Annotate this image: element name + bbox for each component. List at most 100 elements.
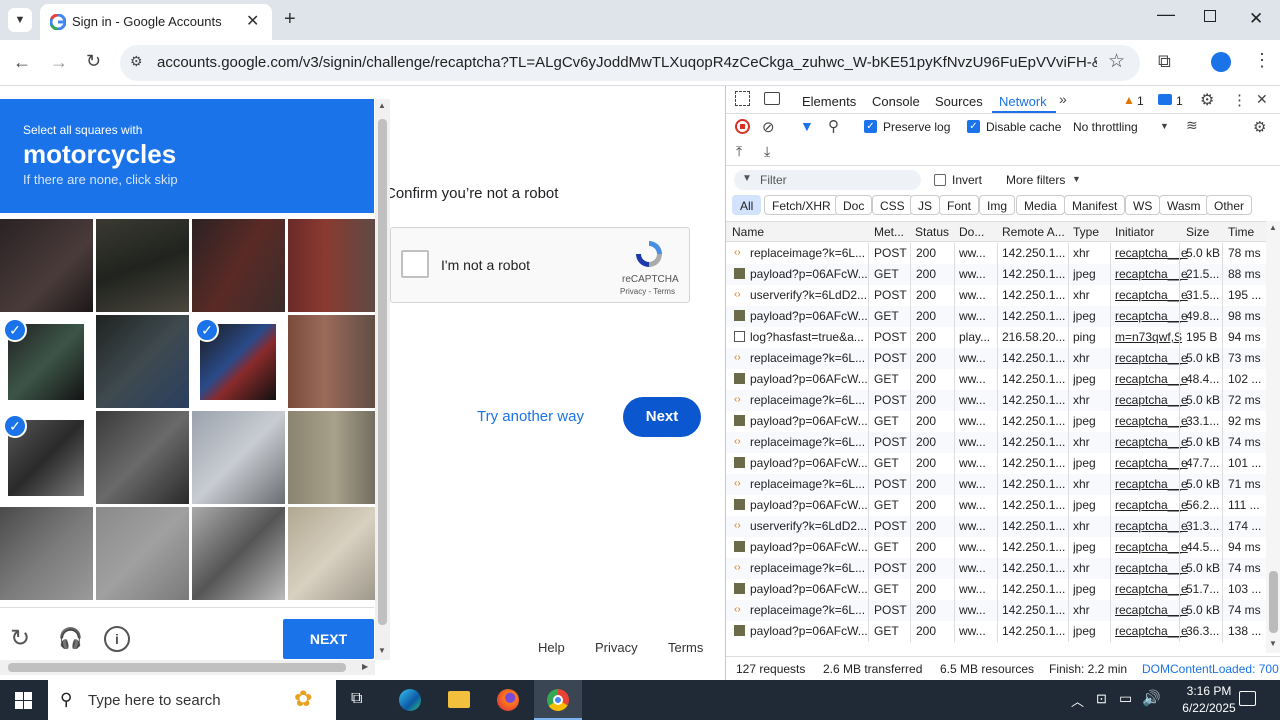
captcha-vertical-scrollbar[interactable]: ▲ ▼ [375, 99, 390, 660]
captcha-tile-5[interactable]: ✓ [0, 315, 93, 408]
notifications-icon[interactable] [1239, 691, 1256, 706]
captcha-tile-16[interactable] [288, 507, 381, 600]
disable-cache-checkbox[interactable]: ✓ [967, 120, 980, 133]
invert-checkbox[interactable] [934, 174, 946, 186]
help-info-icon[interactable]: i [104, 626, 130, 652]
captcha-tile-2[interactable] [96, 219, 189, 312]
url-text[interactable]: accounts.google.com/v3/signin/challenge/… [157, 54, 1097, 71]
filter-chip-js[interactable]: JS [910, 195, 941, 215]
captcha-tile-11[interactable] [192, 411, 285, 504]
table-row[interactable]: payload?p=06AFcW... GET 200 ww... 142.250.1.… [726, 369, 1266, 390]
tab-sign-in[interactable]: Sign in - Google Accounts ✕ [40, 4, 272, 40]
col-name[interactable]: Name [732, 225, 764, 239]
captcha-tile-10[interactable] [96, 411, 189, 504]
table-row[interactable]: payload?p=06AFcW... GET 200 ww... 142.250.1.… [726, 537, 1266, 558]
request-initiator[interactable]: recaptcha__e [1115, 246, 1188, 260]
address-bar[interactable]: ⚙ accounts.google.com/v3/signin/challeng… [120, 45, 1140, 81]
table-row[interactable]: payload?p=06AFcW... GET 200 ww... 142.250.1.… [726, 453, 1266, 474]
table-row[interactable]: ‹› replaceimage?k=6L... POST 200 ww... 142.25… [726, 243, 1266, 264]
message-icon[interactable] [1158, 94, 1172, 105]
forward-icon[interactable]: → [50, 53, 68, 71]
request-initiator[interactable]: recaptcha__e [1115, 603, 1188, 617]
windows-start-icon[interactable] [15, 692, 32, 709]
col-size[interactable]: Size [1186, 225, 1209, 239]
new-tab-button[interactable]: + [284, 8, 296, 31]
table-row[interactable]: log?hasfast=true&a... POST 200 play... 216.5… [726, 327, 1266, 348]
edge-icon[interactable] [399, 689, 421, 711]
preserve-log-checkbox[interactable]: ✓ [864, 120, 877, 133]
export-har-icon[interactable]: ⤓ [764, 143, 770, 160]
tab-search-button[interactable]: ▼ [8, 8, 32, 32]
filter-input[interactable]: ▼ Filter [734, 170, 921, 190]
request-initiator[interactable]: recaptcha__e [1115, 372, 1188, 386]
table-row[interactable]: ‹› replaceimage?k=6L... POST 200 ww... 142.25… [726, 600, 1266, 621]
throttling-select[interactable]: No throttling [1073, 120, 1138, 134]
col-type[interactable]: Type [1073, 225, 1099, 239]
captcha-tile-12[interactable] [288, 411, 381, 504]
recaptcha-privacy-terms[interactable]: Privacy - Terms [620, 287, 675, 296]
request-initiator[interactable]: recaptcha__e [1115, 456, 1188, 470]
network-settings-icon[interactable]: ⚙ [1253, 118, 1266, 136]
tab-elements[interactable]: Elements [802, 94, 856, 109]
captcha-tile-15[interactable] [192, 507, 285, 600]
request-initiator[interactable]: recaptcha__e [1115, 267, 1188, 281]
col-domain[interactable]: Do... [959, 225, 984, 239]
clock-date[interactable]: 6/22/2025 [1172, 701, 1246, 715]
recaptcha-checkbox[interactable] [401, 250, 429, 278]
throttling-dropdown-icon[interactable]: ▼ [1160, 121, 1169, 131]
col-initiator[interactable]: Initiator [1115, 225, 1154, 239]
col-remote[interactable]: Remote A... [1002, 225, 1065, 239]
task-view-icon[interactable]: ⧉ [351, 690, 362, 708]
network-conditions-icon[interactable]: ≋ [1186, 117, 1198, 134]
col-method[interactable]: Met... [874, 225, 904, 239]
captcha-tile-14[interactable] [96, 507, 189, 600]
tab-console[interactable]: Console [872, 94, 920, 109]
import-har-icon[interactable]: ⤒ [736, 143, 742, 160]
table-row[interactable]: payload?p=06AFcW... GET 200 ww... 142.250.1.… [726, 264, 1266, 285]
filter-funnel-icon[interactable]: ▼ [800, 118, 814, 134]
reload-icon[interactable]: ↻ [86, 52, 101, 70]
captcha-tile-13[interactable] [0, 507, 93, 600]
table-row[interactable]: ‹› replaceimage?k=6L... POST 200 ww... 142.25… [726, 432, 1266, 453]
col-time[interactable]: Time [1228, 225, 1254, 239]
table-row[interactable]: payload?p=06AFcW... GET 200 ww... 142.250.1.… [726, 306, 1266, 327]
captcha-next-button[interactable]: NEXT [283, 619, 374, 659]
firefox-icon[interactable] [497, 689, 519, 711]
filter-chip-manifest[interactable]: Manifest [1064, 195, 1126, 215]
table-row[interactable]: ‹› replaceimage?k=6L... POST 200 ww... 142.25… [726, 474, 1266, 495]
request-initiator[interactable]: recaptcha__e [1115, 309, 1188, 323]
warning-icon[interactable]: ▲ [1123, 93, 1135, 107]
device-toolbar-icon[interactable] [764, 92, 780, 105]
minimize-button[interactable]: — [1157, 4, 1175, 25]
filter-chip-all[interactable]: All [732, 195, 762, 215]
filter-chip-fetch-xhr[interactable]: Fetch/XHR [764, 195, 839, 215]
back-icon[interactable]: ← [13, 53, 31, 71]
meet-now-icon[interactable]: ⊡ [1096, 691, 1107, 707]
footer-terms-link[interactable]: Terms [668, 640, 703, 655]
table-row[interactable]: payload?p=06AFcW... GET 200 ww... 142.250.1.… [726, 495, 1266, 516]
record-stop-icon[interactable] [735, 119, 750, 134]
table-row[interactable]: ‹› userverify?k=6LdD2... POST 200 ww... 142.2… [726, 516, 1266, 537]
menu-kebab-icon[interactable]: ⋮ [1253, 51, 1271, 69]
audio-challenge-icon[interactable]: 🎧 [58, 626, 83, 651]
clock-time[interactable]: 3:16 PM [1172, 684, 1246, 698]
search-icon[interactable]: ⚲ [828, 117, 839, 135]
footer-privacy-link[interactable]: Privacy [595, 640, 638, 655]
show-hidden-icons-icon[interactable]: ︿ [1071, 691, 1084, 710]
close-window-button[interactable]: ✕ [1249, 9, 1263, 29]
devtools-menu-icon[interactable]: ⋮ [1232, 91, 1247, 109]
network-list-scrollbar[interactable]: ▲ ▼ [1266, 221, 1280, 653]
site-info-icon[interactable]: ⚙ [130, 54, 143, 68]
reload-challenge-icon[interactable]: ↻ [10, 624, 30, 653]
captcha-tile-7[interactable]: ✓ [192, 315, 285, 408]
filter-chip-font[interactable]: Font [939, 195, 980, 215]
extensions-icon[interactable]: ⧉ [1158, 52, 1171, 70]
table-row[interactable]: ‹› replaceimage?k=6L... POST 200 ww... 142.25… [726, 390, 1266, 411]
network-tray-icon[interactable]: ▭ [1119, 690, 1132, 707]
request-initiator[interactable]: recaptcha__e [1115, 582, 1188, 596]
table-row[interactable]: ‹› userverify?k=6LdD2... POST 200 ww... 142.2… [726, 285, 1266, 306]
request-initiator[interactable]: recaptcha__e [1115, 414, 1188, 428]
request-initiator[interactable]: m=n73qwf,S [1115, 330, 1182, 344]
request-initiator[interactable]: recaptcha__e [1115, 351, 1188, 365]
next-button[interactable]: Next [623, 397, 701, 437]
